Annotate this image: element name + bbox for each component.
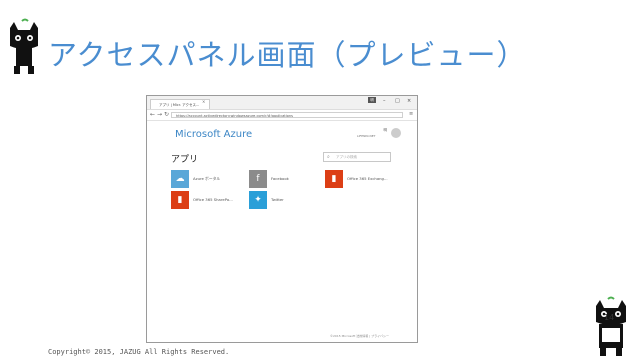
minimize-button[interactable]: –	[383, 98, 386, 104]
avatar[interactable]	[391, 128, 401, 138]
maximize-button[interactable]: □	[395, 98, 400, 104]
app-tile-office365-exchange[interactable]: ▮ Office 365 Exchang...	[325, 170, 405, 188]
browser-tab[interactable]: アプリ | Micr. アクセス...	[150, 99, 210, 109]
forward-button[interactable]: →	[157, 111, 162, 118]
office-icon: ▮	[325, 170, 343, 188]
cat-mascot-image	[2, 18, 46, 78]
app-tile-office365-sharepoint[interactable]: ▮ Office 365 SharePo...	[171, 191, 241, 209]
app-label: Twitter	[271, 197, 284, 202]
menu-icon[interactable]: ≡	[409, 111, 413, 117]
app-tile-facebook[interactable]: f Facebook	[249, 170, 319, 188]
close-window-button[interactable]: ×	[407, 98, 411, 104]
app-search-input[interactable]: ⌕ アプリの検索	[323, 152, 391, 162]
back-button[interactable]: ←	[150, 111, 155, 118]
tab-title: アプリ | Micr. アクセス...	[159, 103, 200, 107]
url-input[interactable]: https://account.activedirectory.windowsa…	[171, 112, 403, 118]
twitter-icon: ✦	[249, 191, 267, 209]
app-label: Office 365 Exchang...	[347, 176, 388, 181]
address-bar: ← → ↻ https://account.activedirectory.wi…	[147, 110, 417, 121]
app-label: Facebook	[271, 176, 289, 181]
browser-profile-badge[interactable]: 明	[368, 97, 376, 103]
apps-heading: アプリ	[171, 155, 199, 165]
copyright: Copyright© 2015, JAZUG All Rights Reserv…	[48, 348, 230, 356]
tab-close-icon[interactable]: ×	[202, 99, 205, 104]
user-name: 明	[383, 128, 388, 132]
portal-footer: ©2015 Microsoft 法的情報 | プライバシー	[330, 334, 390, 338]
cloud-icon: ☁	[171, 170, 189, 188]
azure-logo: Microsoft Azure	[175, 129, 253, 140]
page-number: 14	[604, 313, 615, 322]
office-icon: ▮	[171, 191, 189, 209]
cat-mascot-image	[590, 296, 632, 358]
app-label: Office 365 SharePo...	[193, 197, 233, 202]
facebook-icon: f	[249, 170, 267, 188]
search-placeholder: アプリの検索	[336, 155, 357, 159]
app-tile-twitter[interactable]: ✦ Twitter	[249, 191, 319, 209]
browser-window: アプリ | Micr. アクセス... × 明 – □ × ← → ↻ http…	[146, 95, 418, 343]
app-tile-azure-portal[interactable]: ☁ Azure ポータル	[171, 170, 241, 188]
user-org: LIFENIN.NET	[357, 134, 376, 138]
app-label: Azure ポータル	[193, 176, 221, 181]
browser-titlebar: アプリ | Micr. アクセス... × 明 – □ ×	[147, 96, 417, 110]
search-icon: ⌕	[327, 154, 330, 160]
slide-title: アクセスパネル画面（プレビュー）	[48, 38, 527, 72]
refresh-button[interactable]: ↻	[164, 111, 169, 118]
